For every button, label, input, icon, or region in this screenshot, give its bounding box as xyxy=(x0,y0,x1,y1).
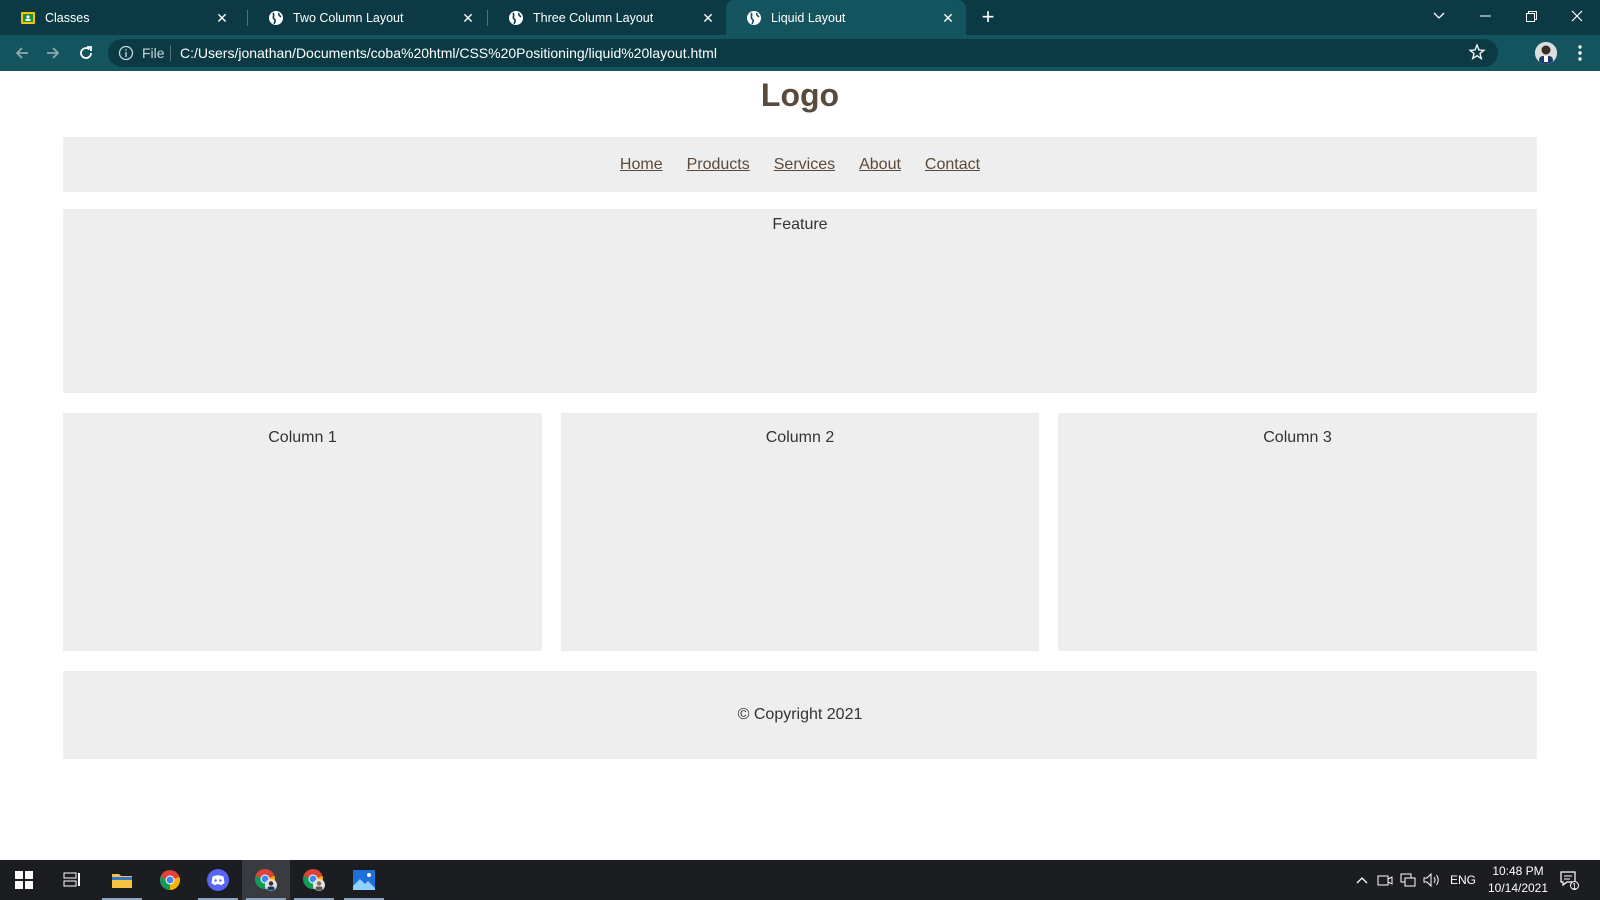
star-icon[interactable] xyxy=(1468,43,1486,61)
main-navigation: Home Products Services About Contact xyxy=(63,137,1537,192)
clock-time: 10:48 PM xyxy=(1492,864,1544,878)
chevron-down-icon xyxy=(1433,12,1445,19)
browser-toolbar: File C:/Users/jonathan/Documents/coba%20… xyxy=(0,35,1600,71)
tab-classes[interactable]: Classes ✕ xyxy=(0,0,240,35)
chrome-taskbar-button[interactable] xyxy=(146,860,194,900)
chrome-profile-icon xyxy=(303,869,325,891)
chrome-profile-2-taskbar-button[interactable] xyxy=(290,860,338,900)
arrow-right-icon xyxy=(47,47,60,59)
chrome-profile-icon xyxy=(255,869,277,891)
close-tab-icon[interactable]: ✕ xyxy=(700,10,716,26)
tab-liquid-layout[interactable]: Liquid Layout ✕ xyxy=(726,0,966,35)
restore-icon xyxy=(1525,10,1537,22)
tab-title: Two Column Layout xyxy=(293,10,404,25)
address-bar[interactable]: File C:/Users/jonathan/Documents/coba%20… xyxy=(108,39,1498,67)
tab-three-column-layout[interactable]: Three Column Layout ✕ xyxy=(488,0,726,35)
chrome-icon xyxy=(160,870,180,890)
photos-icon xyxy=(353,870,375,890)
page-footer: © Copyright 2021 xyxy=(63,671,1537,759)
network-icon xyxy=(1400,873,1416,887)
profile-avatar[interactable] xyxy=(1535,42,1557,64)
restore-button[interactable] xyxy=(1508,0,1554,32)
chevron-up-icon xyxy=(1356,877,1368,884)
close-tab-icon[interactable]: ✕ xyxy=(460,10,476,26)
reload-icon xyxy=(80,46,92,59)
camera-icon xyxy=(1377,875,1393,886)
tab-search-button[interactable] xyxy=(1416,0,1462,32)
url-text[interactable]: C:/Users/jonathan/Documents/coba%20html/… xyxy=(180,45,717,61)
feature-section: Feature xyxy=(63,209,1537,393)
scheme-label: File xyxy=(142,45,165,61)
speaker-icon xyxy=(1423,873,1439,887)
photos-taskbar-button[interactable] xyxy=(340,860,388,900)
folder-icon xyxy=(112,874,132,888)
globe-icon xyxy=(508,10,524,26)
discord-taskbar-button[interactable] xyxy=(194,860,242,900)
column-heading: Column 1 xyxy=(268,429,337,446)
file-explorer-taskbar-button[interactable] xyxy=(98,860,146,900)
omnibox-separator xyxy=(170,45,171,61)
input-language-button[interactable]: ENG xyxy=(1446,860,1480,900)
volume-button[interactable] xyxy=(1421,860,1443,900)
minimize-button[interactable] xyxy=(1462,0,1508,32)
column-heading: Column 2 xyxy=(765,429,835,446)
taskbar-clock[interactable]: 10:48 PM 10/14/2021 xyxy=(1478,863,1558,897)
globe-icon xyxy=(268,10,284,26)
tab-title: Three Column Layout xyxy=(533,10,654,25)
meet-now-button[interactable] xyxy=(1375,860,1395,900)
globe-icon xyxy=(746,10,762,26)
feature-heading: Feature xyxy=(772,216,828,233)
info-icon[interactable] xyxy=(118,45,134,61)
show-hidden-icons-button[interactable] xyxy=(1352,860,1372,900)
network-button[interactable] xyxy=(1398,860,1418,900)
discord-icon xyxy=(207,869,229,891)
nav-link-services[interactable]: Services xyxy=(774,156,835,174)
close-window-button[interactable] xyxy=(1554,0,1600,32)
more-vertical-icon xyxy=(1578,45,1582,61)
tab-bar: Classes ✕ Two Column Layout ✕ Three Colu… xyxy=(0,0,1600,35)
windows-icon xyxy=(15,871,33,889)
new-tab-button[interactable]: + xyxy=(976,6,1000,30)
tab-two-column-layout[interactable]: Two Column Layout ✕ xyxy=(248,0,486,35)
forward-button[interactable] xyxy=(41,41,65,65)
nav-link-products[interactable]: Products xyxy=(687,156,750,174)
site-logo: Logo xyxy=(760,77,840,113)
column-1: Column 1 xyxy=(63,413,542,651)
chrome-profile-taskbar-button-active[interactable] xyxy=(242,860,290,900)
start-button[interactable] xyxy=(0,860,48,900)
clock-date: 10/14/2021 xyxy=(1487,881,1549,895)
nav-link-home[interactable]: Home xyxy=(620,156,663,174)
action-center-button[interactable]: 1 xyxy=(1554,860,1584,900)
close-icon xyxy=(1571,10,1583,22)
task-view-button[interactable] xyxy=(48,860,96,900)
notification-count: 1 xyxy=(1572,882,1577,891)
nav-link-about[interactable]: About xyxy=(859,156,901,174)
column-3: Column 3 xyxy=(1058,413,1537,651)
close-tab-icon[interactable]: ✕ xyxy=(940,10,956,26)
copyright-text: © Copyright 2021 xyxy=(737,706,863,723)
task-view-icon xyxy=(63,872,80,887)
column-heading: Column 3 xyxy=(1263,429,1332,446)
tab-title: Liquid Layout xyxy=(771,10,846,25)
taskbar: ENG 10:48 PM 10/14/2021 1 xyxy=(0,860,1600,900)
avatar-icon xyxy=(1535,42,1557,64)
reload-button[interactable] xyxy=(74,41,98,65)
nav-link-contact[interactable]: Contact xyxy=(925,156,980,174)
minimize-icon xyxy=(1479,15,1491,17)
arrow-left-icon xyxy=(15,47,28,59)
menu-button[interactable] xyxy=(1570,42,1590,64)
column-2: Column 2 xyxy=(561,413,1039,651)
back-button[interactable] xyxy=(10,41,34,65)
classroom-icon xyxy=(20,10,36,26)
page-viewport: Logo Home Products Services About Contac… xyxy=(0,71,1600,860)
close-tab-icon[interactable]: ✕ xyxy=(214,10,230,26)
tab-title: Classes xyxy=(45,10,90,25)
